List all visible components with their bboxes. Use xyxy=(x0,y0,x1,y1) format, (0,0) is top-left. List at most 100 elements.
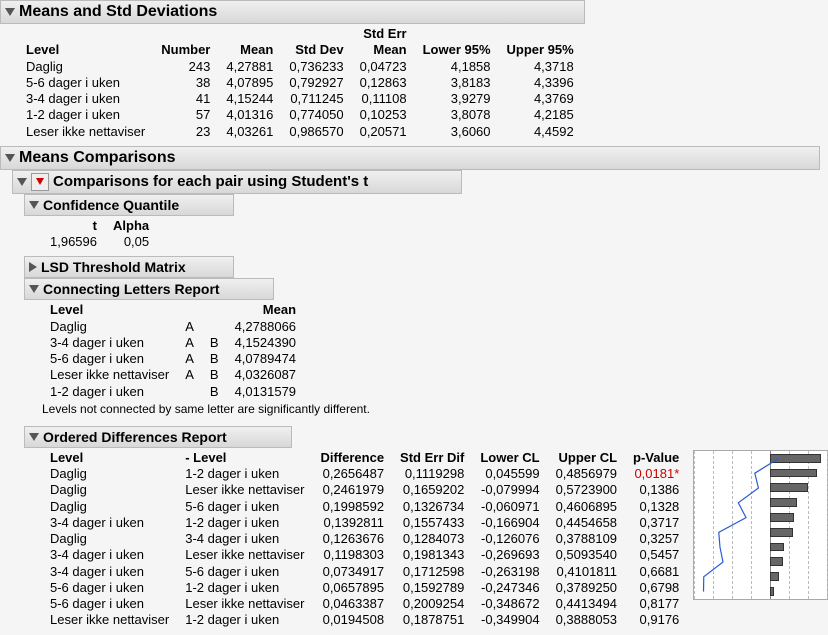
cell-minuslevel: 1-2 dager i uken xyxy=(177,612,312,628)
cell-lcl: -0,166904 xyxy=(472,515,547,531)
cell-level: Leser ikke nettaviser xyxy=(42,367,177,383)
cell-level: Daglig xyxy=(42,482,177,498)
col-upper: Upper 95% xyxy=(499,42,582,58)
cell-level: 1-2 dager i uken xyxy=(42,384,177,400)
table-row: 5-6 dager i uken1-2 dager i uken0,065789… xyxy=(42,580,687,596)
cell-stddev: 0,736233 xyxy=(281,59,351,75)
cell-sed: 0,2009254 xyxy=(392,596,472,612)
ordered-diff-chart xyxy=(693,450,828,600)
table-row: 5-6 dager i uken384,078950,7929270,12863… xyxy=(18,75,582,91)
cell-letter-a: A xyxy=(177,351,202,367)
col-alpha: Alpha xyxy=(105,218,157,234)
letters-content: Level Mean DagligA4,27880663-4 dager i u… xyxy=(0,300,828,426)
cell-diff: 0,0734917 xyxy=(312,564,392,580)
disclosure-icon[interactable] xyxy=(5,8,15,16)
cell-number: 23 xyxy=(153,124,218,140)
section-title: Comparisons for each pair using Student'… xyxy=(53,173,368,190)
cell-sed: 0,1878751 xyxy=(392,612,472,628)
section-header-pairs-comp[interactable]: Comparisons for each pair using Student'… xyxy=(12,170,462,194)
cell-level: Daglig xyxy=(42,319,177,335)
col-level: Level xyxy=(42,450,177,466)
disclosure-icon[interactable] xyxy=(29,285,39,293)
col-number: Number xyxy=(153,42,218,58)
cell-ucl: 0,3788109 xyxy=(548,531,625,547)
disclosure-icon[interactable] xyxy=(29,433,39,441)
cell-sed: 0,1659202 xyxy=(392,482,472,498)
section-title: Means and Std Deviations xyxy=(19,3,217,21)
cell-level: 3-4 dager i uken xyxy=(42,564,177,580)
col-level: Level xyxy=(18,42,153,58)
cell-pval: 0,5457 xyxy=(625,547,687,563)
section-title: LSD Threshold Matrix xyxy=(41,259,186,275)
cell-letter-a xyxy=(177,384,202,400)
table-row: 3-4 dager i uken414,152440,7112450,11108… xyxy=(18,91,582,107)
disclosure-icon[interactable] xyxy=(29,201,39,209)
cell-mean: 4,0789474 xyxy=(227,351,304,367)
cell-diff: 0,0194508 xyxy=(312,612,392,628)
cell-letter-b: B xyxy=(202,384,227,400)
table-row: 3-4 dager i uken1-2 dager i uken0,139281… xyxy=(42,515,687,531)
section-title: Means Comparisons xyxy=(19,149,175,167)
cell-letter-b: B xyxy=(202,367,227,383)
disclosure-icon[interactable] xyxy=(5,154,15,162)
cell-mean: 4,2788066 xyxy=(227,319,304,335)
cell-mean: 4,07895 xyxy=(218,75,281,91)
cell-letter-b: B xyxy=(202,335,227,351)
section-header-lsd[interactable]: LSD Threshold Matrix xyxy=(24,256,234,278)
cell-sed: 0,1981343 xyxy=(392,547,472,563)
cell-level: 3-4 dager i uken xyxy=(42,515,177,531)
col-minuslevel: - Level xyxy=(177,450,312,466)
section-header-means-std[interactable]: Means and Std Deviations xyxy=(0,0,585,24)
cell-level: 5-6 dager i uken xyxy=(42,351,177,367)
cell-sed: 0,1557433 xyxy=(392,515,472,531)
cell-upper: 4,2185 xyxy=(499,107,582,123)
cell-letter-b xyxy=(202,319,227,335)
col-mean: Mean xyxy=(218,42,281,58)
cell-level: 3-4 dager i uken xyxy=(42,335,177,351)
cell-diff: 0,0657895 xyxy=(312,580,392,596)
cell-stddev: 0,774050 xyxy=(281,107,351,123)
cell-lcl: 0,045599 xyxy=(472,466,547,482)
section-header-conf-quant[interactable]: Confidence Quantile xyxy=(24,194,234,216)
cell-upper: 4,4592 xyxy=(499,124,582,140)
cell-diff: 0,2656487 xyxy=(312,466,392,482)
cell-pval: 0,1386 xyxy=(625,482,687,498)
cell-lower: 3,8078 xyxy=(415,107,499,123)
cell-mean: 4,01316 xyxy=(218,107,281,123)
cell-stderr: 0,10253 xyxy=(352,107,415,123)
table-row: Leser ikke nettaviser1-2 dager i uken0,0… xyxy=(42,612,687,628)
cell-stderr: 0,04723 xyxy=(352,59,415,75)
cell-number: 38 xyxy=(153,75,218,91)
cell-minuslevel: 3-4 dager i uken xyxy=(177,531,312,547)
cell-letter-a: A xyxy=(177,367,202,383)
cell-stddev: 0,792927 xyxy=(281,75,351,91)
cell-sed: 0,1592789 xyxy=(392,580,472,596)
cell-minuslevel: 1-2 dager i uken xyxy=(177,580,312,596)
section-header-letters[interactable]: Connecting Letters Report xyxy=(24,278,274,300)
cell-mean: 4,03261 xyxy=(218,124,281,140)
cell-ucl: 0,3789250 xyxy=(548,580,625,596)
cell-pval: 0,6681 xyxy=(625,564,687,580)
disclosure-icon[interactable] xyxy=(29,262,37,272)
col-lcl: Lower CL xyxy=(472,450,547,466)
means-std-table: Std Err Level Number Mean Std Dev Mean L… xyxy=(18,26,582,140)
col-diff: Difference xyxy=(312,450,392,466)
cell-number: 57 xyxy=(153,107,218,123)
cell-pval: 0,9176 xyxy=(625,612,687,628)
cell-minuslevel: 5-6 dager i uken xyxy=(177,564,312,580)
cell-lcl: -0,269693 xyxy=(472,547,547,563)
table-row: Daglig1-2 dager i uken0,26564870,1119298… xyxy=(42,466,687,482)
cell-level: Daglig xyxy=(42,531,177,547)
section-header-ordered[interactable]: Ordered Differences Report xyxy=(24,426,292,448)
cell-stderr: 0,20571 xyxy=(352,124,415,140)
hotspot-icon[interactable] xyxy=(31,173,49,191)
cell-number: 243 xyxy=(153,59,218,75)
ordered-table: Level - Level Difference Std Err Dif Low… xyxy=(42,450,687,629)
chart-ci-lines xyxy=(694,451,828,599)
cell-ucl: 0,5093540 xyxy=(548,547,625,563)
disclosure-icon[interactable] xyxy=(17,178,27,186)
section-header-means-comp[interactable]: Means Comparisons xyxy=(0,146,820,170)
table-row: 3-4 dager i uken5-6 dager i uken0,073491… xyxy=(42,564,687,580)
val-t: 1,96596 xyxy=(42,234,105,250)
cell-lcl: -0,060971 xyxy=(472,499,547,515)
